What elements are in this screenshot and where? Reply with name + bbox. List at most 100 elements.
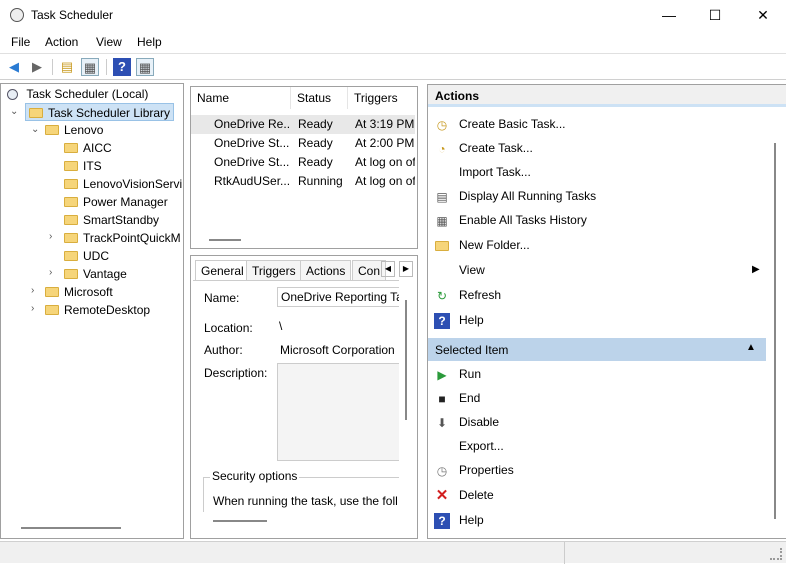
name-label: Name:: [204, 291, 240, 305]
selected-item-header[interactable]: Selected Item ▲: [428, 338, 766, 361]
submenu-arrow-icon: ▶: [752, 264, 760, 275]
properties-icon: ◷: [436, 464, 448, 478]
tree-item-udc[interactable]: UDC: [64, 247, 109, 265]
description-field[interactable]: [277, 363, 399, 461]
tree-item-smartstandby[interactable]: SmartStandby: [64, 211, 159, 229]
tree-item-lenovo[interactable]: Lenovo: [45, 121, 103, 139]
selected-item-header-label: Selected Item: [435, 343, 509, 357]
action-label: Disable: [459, 415, 500, 429]
chevron-right-icon[interactable]: ›: [31, 303, 34, 314]
end-icon: ■: [438, 392, 446, 406]
running-tasks-icon: ▤: [436, 190, 448, 204]
column-header-name[interactable]: Name: [191, 87, 291, 109]
tree-item-trackpoint[interactable]: TrackPointQuickM: [64, 229, 181, 247]
chevron-right-icon[interactable]: ›: [31, 285, 34, 296]
show-hide-console-tree-icon[interactable]: ▦: [81, 58, 99, 76]
location-label: Location:: [204, 321, 253, 335]
chevron-right-icon[interactable]: ›: [49, 231, 52, 242]
tab-actions[interactable]: Actions: [300, 260, 352, 280]
menu-bar: File Action View Help: [0, 31, 786, 53]
task-trigger: At log on of: [355, 174, 415, 188]
forward-arrow-icon[interactable]: ▶: [28, 58, 46, 76]
tree-item-label: Lenovo: [64, 123, 104, 137]
column-header-triggers[interactable]: Triggers: [348, 87, 418, 109]
help-icon[interactable]: ?: [113, 58, 131, 76]
tab-scroll-right-icon[interactable]: ▶: [399, 261, 413, 277]
tree-item-label: LenovoVisionServi: [83, 177, 183, 191]
security-options-text: When running the task, use the foll: [213, 494, 398, 508]
folder-icon: [64, 142, 78, 153]
menu-view[interactable]: View: [96, 35, 122, 49]
help-icon: ?: [434, 513, 450, 529]
task-name: OneDrive St...: [214, 136, 289, 150]
folder-icon: [64, 178, 78, 189]
action-label: View: [459, 263, 485, 277]
table-row[interactable]: RtkAudUSer... Running At log on of: [191, 172, 415, 191]
history-icon: ▦: [436, 214, 448, 228]
chevron-down-icon[interactable]: ⌄: [31, 124, 39, 135]
clock-icon: [7, 89, 18, 101]
tree-item-label: UDC: [83, 249, 109, 263]
action-label: Create Task...: [459, 141, 533, 155]
name-field[interactable]: OneDrive Reporting Ta: [277, 287, 399, 307]
maximize-button[interactable]: ☐: [692, 0, 738, 31]
general-tab-content: Name: OneDrive Reporting Ta Location: \ …: [193, 280, 399, 512]
column-header-status[interactable]: Status: [291, 87, 348, 109]
tree-item-label: Microsoft: [64, 285, 113, 299]
tree-item-lenovovision[interactable]: LenovoVisionServi: [64, 175, 182, 193]
show-hide-action-pane-icon[interactable]: ▦: [136, 58, 154, 76]
task-status: Running: [298, 174, 343, 188]
task-status: Ready: [298, 155, 333, 169]
horizontal-scrollbar[interactable]: [209, 239, 241, 241]
table-row[interactable]: OneDrive Re... Ready At 3:19 PM c: [191, 115, 415, 134]
actions-header[interactable]: Actions: [428, 85, 786, 107]
tree-item-label: SmartStandby: [83, 213, 160, 227]
action-label: Help: [459, 513, 484, 527]
action-label: Import Task...: [459, 165, 531, 179]
tree-root[interactable]: Task Scheduler (Local): [7, 85, 148, 103]
tree-item-label: RemoteDesktop: [64, 303, 151, 317]
tree-item-library[interactable]: Task Scheduler Library: [25, 103, 175, 121]
horizontal-scrollbar[interactable]: [21, 527, 121, 529]
action-label: Run: [459, 367, 482, 381]
up-folder-icon[interactable]: ▤: [58, 58, 76, 76]
chevron-right-icon[interactable]: ›: [49, 267, 52, 278]
action-label: Delete: [459, 488, 494, 502]
tree-item-label: TrackPointQuickM: [83, 231, 181, 245]
chevron-down-icon[interactable]: ⌄: [10, 106, 18, 117]
collapse-arrow-icon[interactable]: ▲: [746, 342, 756, 353]
action-label: Export...: [459, 439, 504, 453]
vertical-scrollbar[interactable]: [774, 143, 776, 519]
refresh-icon: ↻: [436, 289, 448, 303]
resize-grip-icon[interactable]: [770, 548, 782, 560]
tab-triggers[interactable]: Triggers: [246, 260, 302, 280]
back-arrow-icon[interactable]: ◀: [5, 58, 23, 76]
author-label: Author:: [204, 343, 243, 357]
task-details: General Triggers Actions Con ◀ ▶ Name: O…: [190, 255, 418, 539]
close-button[interactable]: ✕: [740, 0, 786, 31]
table-row[interactable]: OneDrive St... Ready At 2:00 PM c: [191, 134, 415, 153]
tree-root-label: Task Scheduler (Local): [26, 87, 149, 101]
vertical-scrollbar[interactable]: [405, 300, 407, 420]
table-row[interactable]: OneDrive St... Ready At log on of: [191, 153, 415, 172]
menu-help[interactable]: Help: [137, 35, 162, 49]
horizontal-scrollbar[interactable]: [213, 520, 267, 522]
tree-item-its[interactable]: ITS: [64, 157, 102, 175]
menu-action[interactable]: Action: [45, 35, 78, 49]
menu-file[interactable]: File: [11, 35, 30, 49]
action-label: Enable All Tasks History: [459, 213, 587, 227]
toolbar: ◀ ▶ ▤ ▦ ? ▦: [0, 53, 786, 80]
tab-scroll-left-icon[interactable]: ◀: [381, 261, 395, 277]
task-scheduler-icon: [10, 8, 24, 22]
tree-item-aicc[interactable]: AICC: [64, 139, 112, 157]
tree-item-vantage[interactable]: Vantage: [64, 265, 127, 283]
tab-general[interactable]: General: [195, 260, 250, 280]
description-label: Description:: [204, 366, 268, 380]
task-trigger: At 3:19 PM c: [355, 117, 415, 131]
minimize-button[interactable]: —: [646, 0, 692, 31]
view-item[interactable]: View ▶: [432, 259, 762, 281]
tree-item-remotedesktop[interactable]: RemoteDesktop: [45, 301, 150, 319]
task-name: RtkAudUSer...: [214, 174, 289, 188]
tree-item-microsoft[interactable]: Microsoft: [45, 283, 113, 301]
tree-item-power-manager[interactable]: Power Manager: [64, 193, 168, 211]
